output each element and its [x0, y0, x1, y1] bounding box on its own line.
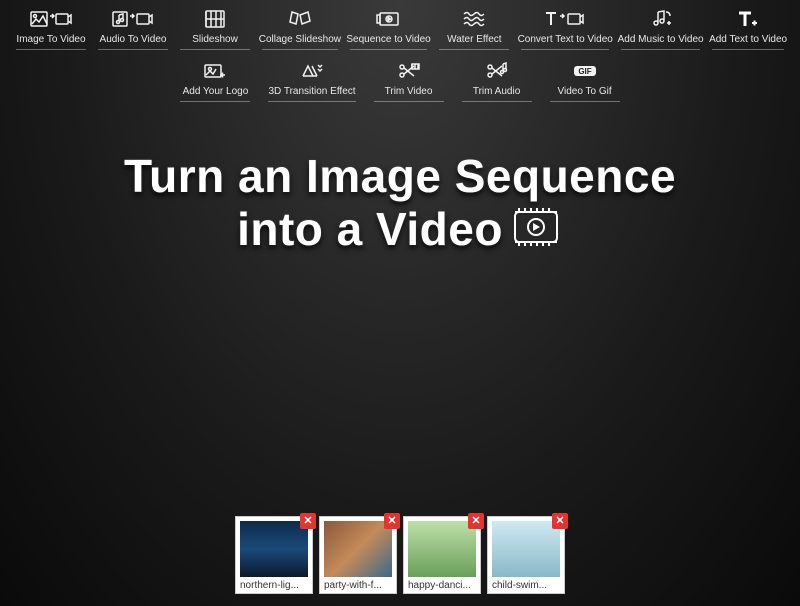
tool-water-effect[interactable]: Water Effect: [439, 6, 509, 50]
thumbnail-caption: happy-danci...: [408, 580, 476, 591]
thumbnail-image: [408, 521, 476, 577]
tool-add-logo[interactable]: Add Your Logo: [180, 58, 250, 102]
tool-3d-transition[interactable]: 3D Transition Effect: [268, 58, 355, 102]
thumbnail-image: [240, 521, 308, 577]
tool-label: Trim Audio: [473, 86, 520, 97]
tool-label: Convert Text to Video: [518, 34, 613, 45]
remove-thumbnail-button[interactable]: ✕: [300, 513, 316, 529]
tool-add-music[interactable]: Add Music to Video: [621, 6, 700, 50]
tool-sequence-to-video[interactable]: Sequence to Video: [350, 6, 428, 50]
hero-line-2: into a Video: [237, 203, 503, 255]
tool-label: Slideshow: [192, 34, 238, 45]
add-music-icon: [649, 6, 673, 32]
tool-label: Sequence to Video: [346, 34, 430, 45]
tool-trim-video[interactable]: Trim Video: [374, 58, 444, 102]
tool-label: Add Music to Video: [618, 34, 704, 45]
gif-icon: GIF: [572, 58, 598, 84]
trim-video-icon: [397, 58, 421, 84]
thumbnail-item[interactable]: ✕ party-with-f...: [319, 516, 397, 594]
hero: Turn an Image Sequence into a Video: [0, 150, 800, 259]
tool-label: Collage Slideshow: [259, 34, 341, 45]
thumbnail-strip: ✕ northern-lig... ✕ party-with-f... ✕ ha…: [235, 516, 565, 594]
audio-to-video-icon: [112, 6, 154, 32]
trim-audio-icon: [485, 58, 509, 84]
tool-label: Trim Video: [385, 86, 433, 97]
text-to-video-icon: [544, 6, 586, 32]
remove-thumbnail-button[interactable]: ✕: [552, 513, 568, 529]
tool-label: Video To Gif: [557, 86, 611, 97]
tool-video-to-gif[interactable]: GIF Video To Gif: [550, 58, 620, 102]
thumbnail-caption: northern-lig...: [240, 580, 308, 591]
thumbnail-image: [324, 521, 392, 577]
slideshow-icon: [204, 6, 226, 32]
thumbnail-item[interactable]: ✕ northern-lig...: [235, 516, 313, 594]
image-to-video-icon: [30, 6, 72, 32]
thumbnail-image: [492, 521, 560, 577]
add-text-icon: [737, 6, 759, 32]
remove-thumbnail-button[interactable]: ✕: [468, 513, 484, 529]
tool-label: Water Effect: [447, 34, 501, 45]
remove-thumbnail-button[interactable]: ✕: [384, 513, 400, 529]
tool-trim-audio[interactable]: Trim Audio: [462, 58, 532, 102]
tool-text-to-video[interactable]: Convert Text to Video: [521, 6, 609, 50]
toolbar-row-1: Image To Video Audio To Video Slideshow …: [0, 0, 800, 50]
thumbnail-item[interactable]: ✕ child-swim...: [487, 516, 565, 594]
tool-label: Add Your Logo: [183, 86, 249, 97]
svg-text:GIF: GIF: [578, 67, 591, 76]
transition-icon: [300, 58, 324, 84]
toolbar-row-2: Add Your Logo 3D Transition Effect Trim …: [0, 52, 800, 102]
film-reel-icon: [509, 206, 563, 259]
tool-label: Audio To Video: [100, 34, 167, 45]
tool-label: Add Text to Video: [709, 34, 787, 45]
hero-title: Turn an Image Sequence into a Video: [124, 150, 676, 259]
thumbnail-caption: child-swim...: [492, 580, 560, 591]
water-icon: [463, 6, 485, 32]
sequence-icon: [376, 6, 402, 32]
tool-label: Image To Video: [16, 34, 85, 45]
tool-slideshow[interactable]: Slideshow: [180, 6, 250, 50]
add-logo-icon: [203, 58, 227, 84]
thumbnail-item[interactable]: ✕ happy-danci...: [403, 516, 481, 594]
hero-line-1: Turn an Image Sequence: [124, 150, 676, 202]
collage-icon: [288, 6, 312, 32]
tool-label: 3D Transition Effect: [268, 86, 355, 97]
tool-image-to-video[interactable]: Image To Video: [16, 6, 86, 50]
tool-collage-slideshow[interactable]: Collage Slideshow: [262, 6, 338, 50]
thumbnail-caption: party-with-f...: [324, 580, 392, 591]
tool-add-text[interactable]: Add Text to Video: [712, 6, 784, 50]
tool-audio-to-video[interactable]: Audio To Video: [98, 6, 168, 50]
